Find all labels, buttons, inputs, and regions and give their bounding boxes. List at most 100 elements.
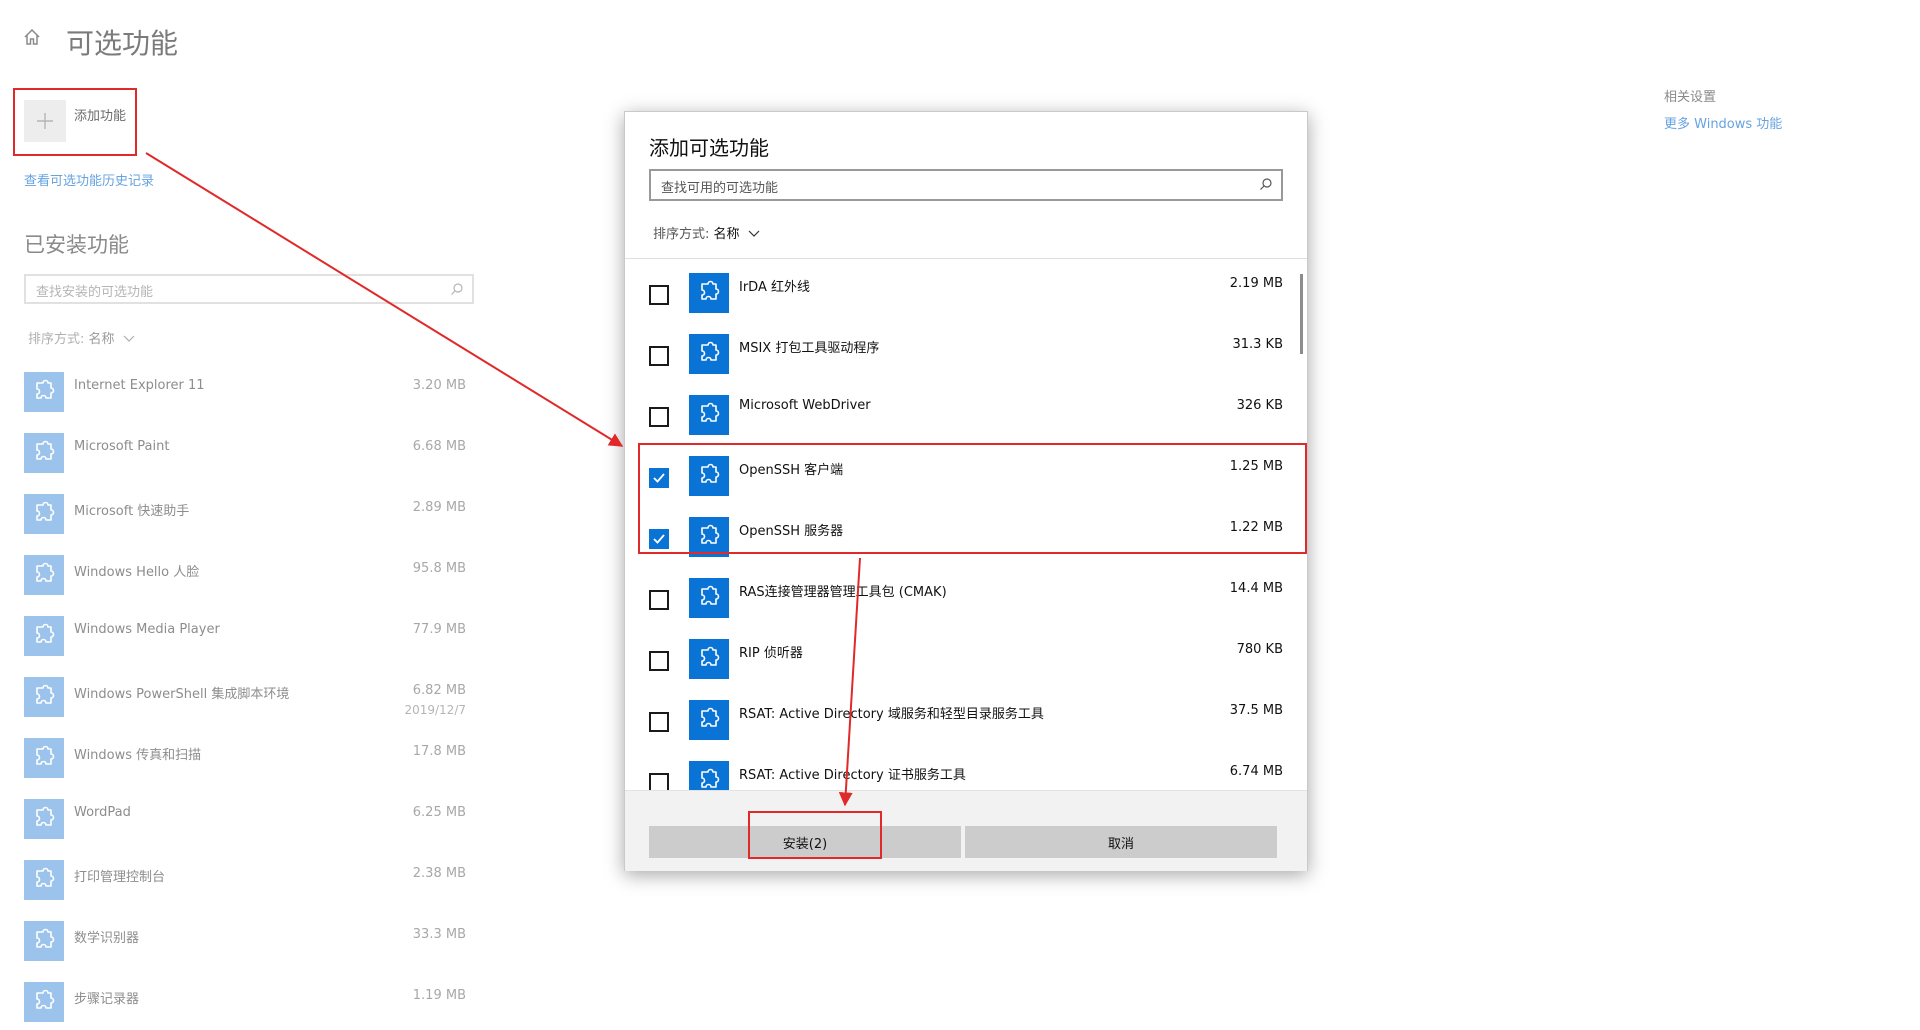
installed-feature-name: Windows 传真和扫描 [74, 748, 202, 763]
installed-feature-size: 77.9 MB [412, 622, 466, 637]
feature-tile [689, 395, 729, 435]
installed-feature-name: 打印管理控制台 [74, 870, 166, 885]
installed-feature-size: 1.19 MB [412, 988, 466, 1003]
feature-checkbox[interactable] [649, 651, 669, 671]
puzzle-icon [701, 280, 720, 300]
dialog-search-input[interactable]: 查找可用的可选功能 [649, 169, 1283, 201]
installed-heading: 已安装功能 [24, 233, 129, 257]
available-feature-name: RSAT: Active Directory 域服务和轻型目录服务工具 [739, 707, 1044, 722]
puzzle-icon [701, 585, 720, 605]
installed-feature-row[interactable]: 步骤记录器 1.19 MB [24, 982, 474, 1030]
cancel-button[interactable]: 取消 [965, 826, 1277, 858]
puzzle-icon [701, 646, 720, 666]
installed-sort[interactable]: 排序方式: 名称 [28, 328, 135, 347]
installed-feature-row[interactable]: WordPad 6.25 MB [24, 799, 474, 847]
feature-checkbox[interactable] [649, 407, 669, 427]
related-settings-heading: 相关设置 [1664, 90, 1717, 105]
scrollbar-thumb[interactable] [1300, 274, 1303, 354]
installed-feature-name: Windows PowerShell 集成脚本环境 [74, 687, 290, 702]
installed-search-input[interactable]: 查找安装的可选功能 [24, 274, 474, 304]
feature-checkbox[interactable] [649, 712, 669, 732]
installed-feature-name: Internet Explorer 11 [74, 378, 205, 393]
feature-tile [689, 578, 729, 618]
installed-feature-row[interactable]: Windows PowerShell 集成脚本环境 6.82 MB 2019/12… [24, 677, 474, 725]
dialog-sort-prefix: 排序方式: [653, 227, 710, 242]
available-feature-name: RSAT: Active Directory 证书服务工具 [739, 768, 966, 783]
page-title: 可选功能 [66, 27, 179, 60]
feature-tile [24, 982, 64, 1022]
installed-search-placeholder: 查找安装的可选功能 [36, 285, 154, 300]
installed-feature-name: Windows Media Player [74, 622, 220, 637]
annotation-box-add-feature [13, 88, 137, 156]
feature-checkbox[interactable] [649, 285, 669, 305]
puzzle-icon [36, 928, 55, 948]
feature-checkbox[interactable] [649, 773, 669, 790]
available-feature-name: IrDA 红外线 [739, 280, 810, 295]
available-feature-row[interactable]: RIP 侦听器 780 KB [625, 630, 1307, 690]
available-feature-name: RAS连接管理器管理工具包 (CMAK) [739, 585, 947, 600]
installed-feature-row[interactable]: 打印管理控制台 2.38 MB [24, 860, 474, 908]
annotation-box-install [748, 811, 882, 859]
annotation-box-openssh [638, 443, 1307, 554]
feature-tile [24, 433, 64, 473]
available-feature-name: RIP 侦听器 [739, 646, 803, 661]
available-feature-name: MSIX 打包工具驱动程序 [739, 341, 880, 356]
installed-feature-row[interactable]: Internet Explorer 11 3.20 MB [24, 372, 474, 420]
feature-tile [689, 761, 729, 790]
installed-feature-row[interactable]: Windows 传真和扫描 17.8 MB [24, 738, 474, 786]
available-feature-size: 780 KB [1236, 642, 1283, 657]
installed-feature-name: Microsoft 快速助手 [74, 504, 190, 519]
installed-feature-size: 3.20 MB [412, 378, 466, 393]
installed-feature-row[interactable]: Microsoft 快速助手 2.89 MB [24, 494, 474, 542]
feature-tile [689, 273, 729, 313]
installed-feature-size: 6.82 MB [412, 683, 466, 698]
available-feature-row[interactable]: RSAT: Active Directory 证书服务工具 6.74 MB [625, 752, 1307, 790]
chevron-down-icon [748, 230, 760, 237]
search-icon[interactable] [450, 282, 464, 296]
puzzle-icon [36, 867, 55, 887]
puzzle-icon [36, 806, 55, 826]
available-feature-row[interactable]: RAS连接管理器管理工具包 (CMAK) 14.4 MB [625, 569, 1307, 629]
available-feature-row[interactable]: IrDA 红外线 2.19 MB [625, 264, 1307, 324]
feature-tile [24, 372, 64, 412]
feature-tile [24, 860, 64, 900]
history-link[interactable]: 查看可选功能历史记录 [24, 170, 154, 189]
feature-tile [24, 799, 64, 839]
installed-feature-name: WordPad [74, 805, 131, 820]
available-feature-size: 326 KB [1236, 398, 1283, 413]
available-feature-row[interactable]: RSAT: Active Directory 域服务和轻型目录服务工具 37.5… [625, 691, 1307, 751]
feature-checkbox[interactable] [649, 590, 669, 610]
installed-feature-size: 6.68 MB [412, 439, 466, 454]
puzzle-icon [36, 623, 55, 643]
home-icon[interactable] [22, 27, 42, 47]
installed-sort-value: 名称 [88, 332, 115, 347]
puzzle-icon [701, 768, 720, 788]
installed-feature-date: 2019/12/7 [404, 703, 466, 717]
puzzle-icon [36, 440, 55, 460]
available-feature-row[interactable]: MSIX 打包工具驱动程序 31.3 KB [625, 325, 1307, 385]
more-windows-features-link[interactable]: 更多 Windows 功能 [1664, 113, 1782, 132]
available-feature-size: 6.74 MB [1229, 764, 1283, 779]
installed-feature-name: 步骤记录器 [74, 992, 140, 1007]
installed-feature-row[interactable]: 数学识别器 33.3 MB [24, 921, 474, 969]
installed-feature-name: 数学识别器 [74, 931, 140, 946]
available-feature-row[interactable]: Microsoft WebDriver 326 KB [625, 386, 1307, 446]
puzzle-icon [36, 562, 55, 582]
feature-tile [24, 921, 64, 961]
installed-feature-size: 17.8 MB [412, 744, 466, 759]
feature-checkbox[interactable] [649, 346, 669, 366]
installed-feature-row[interactable]: Windows Hello 人脸 95.8 MB [24, 555, 474, 603]
puzzle-icon [701, 707, 720, 727]
installed-feature-name: Windows Hello 人脸 [74, 565, 200, 580]
puzzle-icon [701, 402, 720, 422]
installed-feature-row[interactable]: Microsoft Paint 6.68 MB [24, 433, 474, 481]
available-feature-size: 31.3 KB [1232, 337, 1283, 352]
feature-tile [24, 677, 64, 717]
installed-feature-row[interactable]: Windows Media Player 77.9 MB [24, 616, 474, 664]
available-feature-size: 37.5 MB [1229, 703, 1283, 718]
installed-sort-prefix: 排序方式: [28, 332, 85, 347]
dialog-footer: 安装(2) 取消 [625, 790, 1307, 871]
search-icon[interactable] [1259, 177, 1273, 191]
available-feature-size: 14.4 MB [1229, 581, 1283, 596]
dialog-sort[interactable]: 排序方式: 名称 [653, 223, 760, 242]
